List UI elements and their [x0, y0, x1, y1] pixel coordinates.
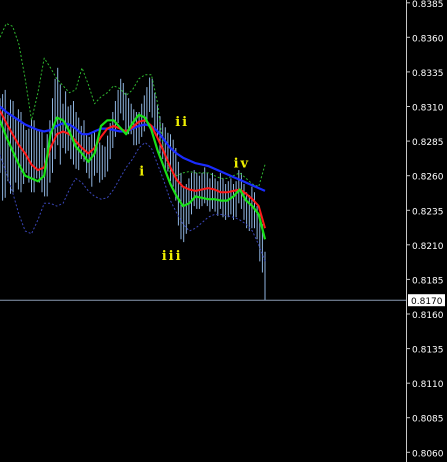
price-axis-label: 0.8385: [412, 0, 444, 10]
price-axis-label: 0.8135: [412, 346, 444, 356]
chart: iiiiiiiv 0.83850.83600.83350.83100.82850…: [0, 0, 447, 462]
price-axis-label: 0.8360: [412, 34, 444, 44]
price-axis-label: 0.8210: [412, 242, 444, 252]
price-axis-label: 0.8285: [412, 138, 444, 148]
price-axis-label: 0.8110: [412, 380, 444, 390]
price-axis-label: 0.8260: [412, 173, 444, 183]
wave-label: iii: [162, 249, 183, 264]
price-axis-label: 0.8235: [412, 207, 444, 217]
price-axis-label: 0.8160: [412, 311, 444, 321]
price-axis-label: 0.8310: [412, 104, 444, 114]
chart-background: [0, 0, 447, 462]
price-axis-label: 0.8060: [412, 449, 444, 459]
wave-label: ii: [175, 115, 189, 130]
price-axis-label: 0.8085: [412, 415, 444, 425]
wave-label: i: [139, 165, 146, 180]
wave-label: iv: [234, 156, 251, 171]
current-price-label: 0.8170: [411, 297, 443, 307]
price-axis-label: 0.8335: [412, 69, 444, 79]
price-axis-label: 0.8185: [412, 276, 444, 286]
